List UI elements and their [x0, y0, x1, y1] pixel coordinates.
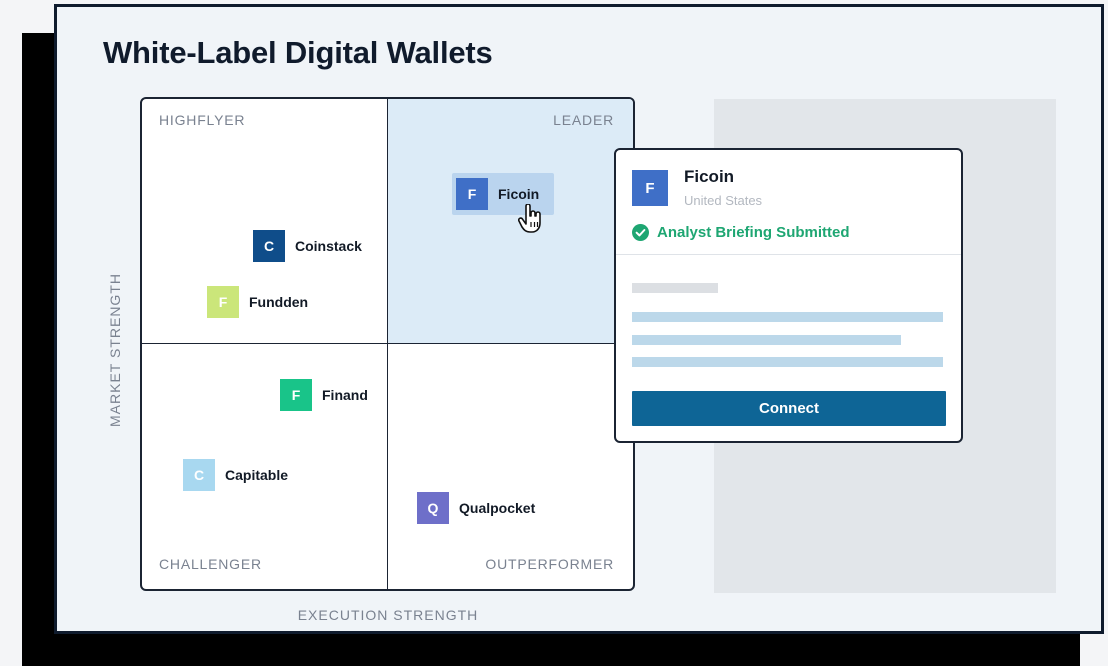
vendor-label: Finand — [322, 387, 368, 403]
vendor-logo: F — [456, 178, 488, 210]
placeholder-heading-bar — [632, 283, 718, 293]
popup-vendor-country: United States — [684, 193, 763, 208]
vendor-label: Qualpocket — [459, 500, 536, 516]
wallet-matrix-card: White-Label Digital Wallets MARKET STREN… — [54, 4, 1104, 634]
vendor-label: Fundden — [249, 294, 309, 310]
quadrant-matrix: HIGHFLYER LEADER CHALLENGER OUTPERFORMER… — [140, 97, 635, 591]
quadrant-label-leader: LEADER — [553, 112, 614, 128]
quadrant-outperformer — [388, 344, 633, 589]
vendor-logo: F — [207, 286, 239, 318]
connect-button[interactable]: Connect — [632, 391, 946, 426]
vendor-logo: Q — [417, 492, 449, 524]
x-axis-label: EXECUTION STRENGTH — [297, 607, 479, 623]
vendor-logo: F — [280, 379, 312, 411]
quadrant-label-outperformer: OUTPERFORMER — [485, 556, 614, 572]
vendor-qualpocket[interactable]: Q Qualpocket — [417, 492, 535, 524]
page-title: White-Label Digital Wallets — [103, 35, 493, 70]
placeholder-text-bar — [632, 357, 943, 367]
check-circle-icon — [632, 224, 649, 241]
placeholder-text-bar — [632, 335, 901, 345]
vendor-label: Ficoin — [498, 186, 540, 202]
vendor-fundden[interactable]: F Fundden — [207, 286, 308, 318]
status-badge: Analyst Briefing Submitted — [632, 224, 850, 241]
vendor-logo: C — [183, 459, 215, 491]
vendor-logo: C — [253, 230, 285, 262]
popup-divider — [616, 254, 961, 255]
vendor-capitable[interactable]: C Capitable — [183, 459, 288, 491]
vendor-label: Coinstack — [295, 238, 362, 254]
vendor-finand[interactable]: F Finand — [280, 379, 368, 411]
quadrant-leader — [388, 99, 633, 344]
placeholder-text-bar — [632, 312, 943, 322]
vendor-label: Capitable — [225, 467, 289, 483]
hand-pointer-icon — [518, 204, 541, 233]
vendor-detail-popup: F Ficoin United States Analyst Briefing … — [614, 148, 963, 443]
status-text: Analyst Briefing Submitted — [657, 224, 850, 241]
quadrant-label-highflyer: HIGHFLYER — [159, 112, 246, 128]
vendor-coinstack[interactable]: C Coinstack — [253, 230, 362, 262]
popup-vendor-name: Ficoin — [684, 167, 735, 186]
quadrant-label-challenger: CHALLENGER — [159, 556, 262, 572]
popup-vendor-logo: F — [632, 170, 668, 206]
y-axis-label: MARKET STRENGTH — [107, 273, 123, 427]
